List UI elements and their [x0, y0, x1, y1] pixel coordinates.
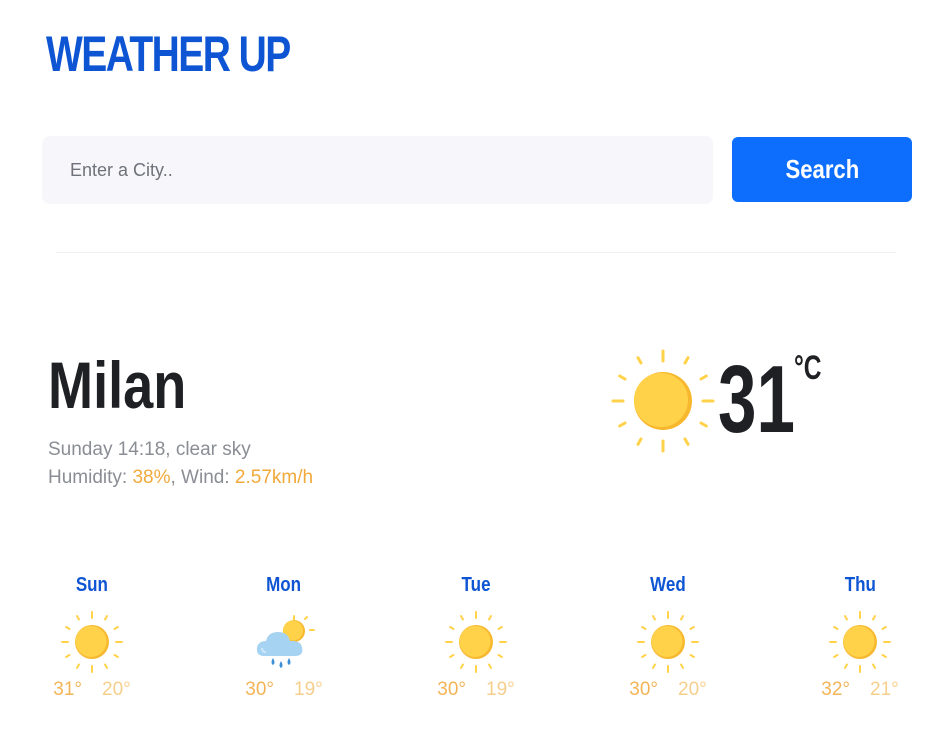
forecast-low: 21° [870, 679, 899, 700]
forecast-low: 20° [678, 679, 707, 700]
search-button[interactable]: Search [732, 137, 912, 202]
current-temperature: 31 [718, 346, 795, 453]
sun-icon [445, 611, 507, 673]
forecast-high: 31° [53, 679, 82, 700]
forecast-day-name: Thu [844, 574, 876, 596]
forecast-high: 30° [437, 679, 466, 700]
wind-value: 2.57km/h [234, 467, 314, 488]
forecast-day-name: Wed [650, 574, 686, 596]
city-name: Milan [48, 348, 187, 422]
humidity-value: 38% [132, 467, 171, 488]
forecast-low: 19° [486, 679, 515, 700]
forecast-temps: 31° 20° [42, 678, 142, 702]
forecast-day-name: Mon [266, 574, 302, 596]
forecast-high: 32° [821, 679, 850, 700]
forecast-temps: 30° 19° [234, 678, 334, 702]
rain-cloud-sun-icon [256, 615, 315, 668]
search-button-label: Search [785, 154, 859, 184]
humidity-wind-line: Humidity: 38%, Wind: 2.57km/h [48, 464, 313, 492]
forecast-low: 19° [294, 679, 323, 700]
weather-description: Sunday 14:18, clear sky Humidity: 38%, W… [48, 436, 313, 492]
city-search-input[interactable] [42, 136, 713, 204]
wind-label: , Wind: [170, 467, 235, 488]
forecast-high: 30° [245, 679, 274, 700]
forecast-temps: 32° 21° [810, 678, 910, 702]
sun-icon [637, 611, 699, 673]
humidity-label: Humidity: [48, 467, 133, 488]
sun-icon [61, 611, 123, 673]
forecast-day: Wed 30° 20° [618, 572, 718, 702]
forecast-day: Sun 31° 20° [42, 572, 142, 702]
sun-icon [611, 349, 715, 453]
sun-icon [829, 611, 891, 673]
forecast-day-name: Tue [461, 574, 491, 596]
app-logo: WEATHER UP [46, 26, 291, 82]
divider [56, 252, 896, 253]
forecast-temps: 30° 19° [426, 678, 526, 702]
forecast-day-name: Sun [75, 574, 109, 596]
forecast-low: 20° [102, 679, 131, 700]
forecast-day: Thu 32° 21° [810, 572, 910, 702]
forecast-day: Tue 30° 19° [426, 572, 526, 702]
forecast-high: 30° [629, 679, 658, 700]
forecast-temps: 30° 20° [618, 678, 718, 702]
date-time-conditions: Sunday 14:18, clear sky [48, 439, 251, 460]
temperature-unit: °C [794, 349, 822, 387]
forecast-day: Mon 30° 19° [234, 572, 334, 702]
